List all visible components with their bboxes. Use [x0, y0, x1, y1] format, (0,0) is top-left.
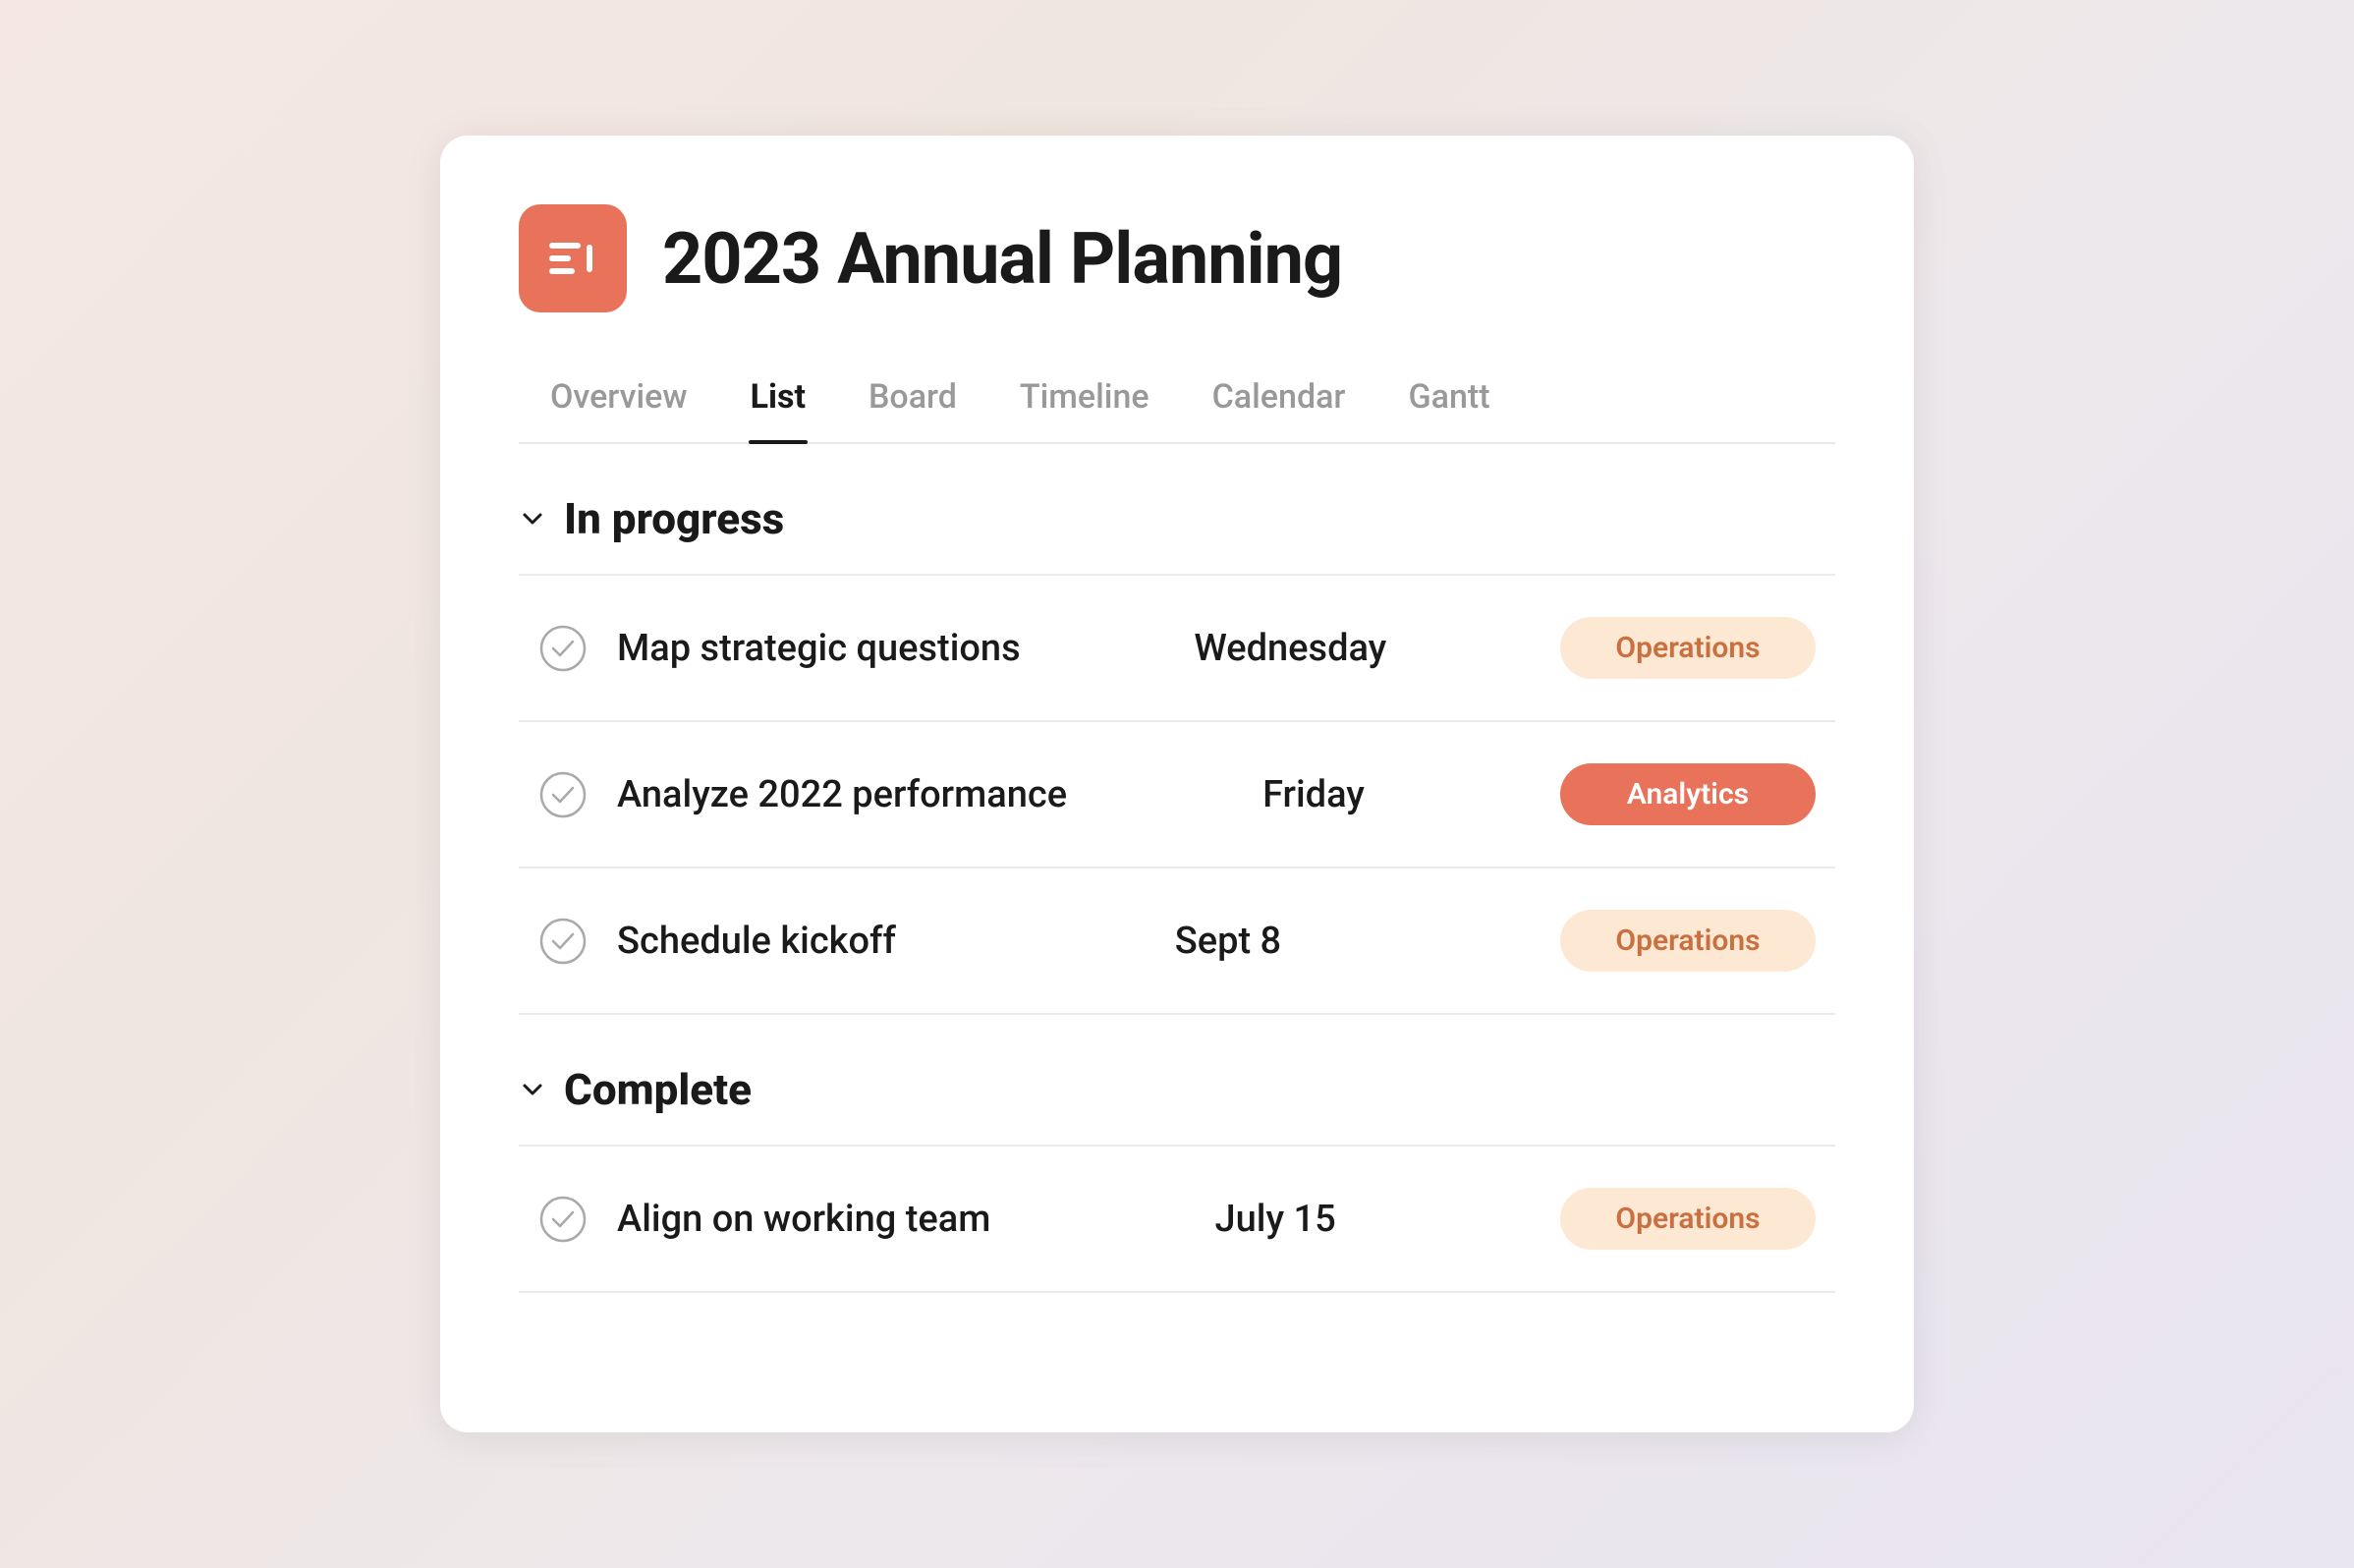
task-date: July 15 — [1128, 1198, 1423, 1241]
task-date: Sept 8 — [1081, 920, 1375, 963]
tab-list[interactable]: List — [719, 362, 837, 442]
complete-title: Complete — [564, 1064, 752, 1115]
chevron-down-icon — [519, 505, 546, 532]
check-circle-icon — [538, 1195, 588, 1244]
task-name: Schedule kickoff — [617, 920, 896, 963]
check-circle-icon — [538, 770, 588, 819]
in-progress-task-list: Map strategic questions Wednesday Operat… — [519, 574, 1835, 1015]
main-card: 2023 Annual Planning Overview List Board… — [440, 136, 1914, 1432]
project-icon — [519, 204, 627, 312]
page-title: 2023 Annual Planning — [662, 217, 1342, 301]
complete-section-header: Complete — [519, 1015, 1835, 1145]
chevron-down-icon — [519, 1076, 546, 1103]
task-tag: Operations — [1560, 1188, 1816, 1250]
check-circle-icon — [538, 624, 588, 673]
tab-overview[interactable]: Overview — [519, 362, 719, 442]
table-row: Schedule kickoff Sept 8 Operations — [519, 868, 1835, 1015]
task-tag: Analytics — [1560, 763, 1816, 825]
in-progress-title: In progress — [564, 493, 784, 544]
in-progress-section-header: In progress — [519, 444, 1835, 574]
task-date: Friday — [1166, 773, 1461, 816]
table-row: Map strategic questions Wednesday Operat… — [519, 576, 1835, 722]
task-date: Wednesday — [1143, 627, 1437, 670]
tab-gantt[interactable]: Gantt — [1376, 362, 1521, 442]
tab-bar: Overview List Board Timeline Calendar Ga… — [519, 362, 1835, 444]
table-row: Align on working team July 15 Operations — [519, 1147, 1835, 1293]
tab-board[interactable]: Board — [837, 362, 988, 442]
task-name: Analyze 2022 performance — [617, 773, 1067, 816]
complete-task-list: Align on working team July 15 Operations — [519, 1145, 1835, 1293]
task-name: Align on working team — [617, 1198, 990, 1241]
task-name: Map strategic questions — [617, 627, 1021, 670]
project-header: 2023 Annual Planning — [519, 204, 1835, 312]
task-tag: Operations — [1560, 617, 1816, 679]
tab-timeline[interactable]: Timeline — [988, 362, 1181, 442]
task-tag: Operations — [1560, 910, 1816, 972]
table-row: Analyze 2022 performance Friday Analytic… — [519, 722, 1835, 868]
tab-calendar[interactable]: Calendar — [1181, 362, 1377, 442]
check-circle-icon — [538, 917, 588, 966]
